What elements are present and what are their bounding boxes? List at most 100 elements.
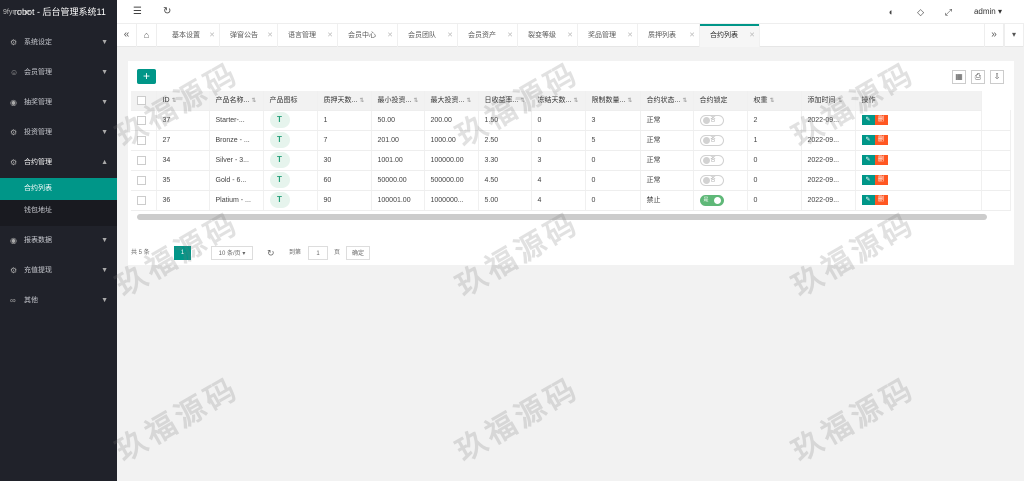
sidebar-item-lottery[interactable]: ◉ 抽奖管理 ▼ — [0, 88, 117, 118]
column-header[interactable]: 添加时间 ⇅ — [801, 91, 856, 111]
row-checkbox[interactable] — [137, 155, 146, 165]
sidebar-item-reports[interactable]: ◉ 报表数据 ▼ — [0, 226, 117, 256]
delete-button[interactable]: 删 — [874, 195, 888, 205]
sidebar-item-members[interactable]: ☺ 会员管理 ▼ — [0, 58, 117, 88]
sidebar-item-system[interactable]: ⚙ 系统设定 ▼ — [0, 28, 117, 58]
sort-icon[interactable]: ⇅ — [172, 98, 177, 104]
sort-icon[interactable]: ⇅ — [359, 98, 364, 104]
column-header[interactable]: 冻结天数... ⇅ — [531, 91, 586, 111]
table-row[interactable]: 27 Bronze - ... T 7 201.00 1000.00 2.50 0 5 正常否 1 2… — [131, 130, 1011, 151]
prev-page-icon[interactable]: ‹ — [160, 246, 162, 260]
close-icon[interactable]: ✕ — [447, 24, 453, 47]
row-checkbox-cell[interactable] — [131, 110, 157, 131]
tabs-scroll-right-icon[interactable]: » — [984, 24, 1004, 47]
edit-button[interactable]: ✎ — [861, 135, 875, 145]
column-header[interactable]: 限制数量... ⇅ — [585, 91, 641, 111]
sort-icon[interactable]: ⇅ — [770, 98, 775, 104]
close-icon[interactable]: ✕ — [327, 24, 333, 47]
delete-button[interactable]: 删 — [874, 175, 888, 185]
column-header[interactable]: 权重 ⇅ — [747, 91, 802, 111]
close-icon[interactable]: ✕ — [567, 24, 573, 47]
sidebar-subitem-wallet-address[interactable]: 钱包地址 — [0, 200, 117, 222]
close-icon[interactable]: ✕ — [387, 24, 393, 47]
close-icon[interactable]: ✕ — [627, 24, 633, 47]
column-header[interactable]: 质押天数... ⇅ — [317, 91, 372, 111]
close-icon[interactable]: ✕ — [209, 24, 215, 47]
refresh-page-icon[interactable]: ↻ — [267, 246, 275, 260]
row-checkbox[interactable] — [137, 195, 146, 205]
page-1-button[interactable]: 1 — [174, 246, 191, 260]
close-icon[interactable]: ✕ — [749, 24, 755, 47]
column-header[interactable]: ID ⇅ — [156, 91, 210, 111]
tab-language[interactable]: 语言管理 ✕ — [278, 24, 338, 47]
close-icon[interactable]: ✕ — [507, 24, 513, 47]
tab-member-assets[interactable]: 会员资产 ✕ — [458, 24, 518, 47]
sort-icon[interactable]: ⇅ — [573, 98, 578, 104]
sort-icon[interactable]: ⇅ — [251, 98, 256, 104]
table-row[interactable]: 35 Gold - 6... T 60 50000.00 500000.00 4.50 4 0 正… — [131, 170, 1011, 191]
menu-toggle-icon[interactable]: ☰ — [133, 0, 142, 24]
contract-lock-toggle[interactable]: 否 — [699, 154, 724, 166]
tab-fission-level[interactable]: 裂变等级 ✕ — [518, 24, 578, 47]
user-menu[interactable]: admin ▾ — [974, 0, 1002, 24]
refresh-icon[interactable]: ↻ — [163, 0, 171, 24]
table-row[interactable]: 36 Platium - ... T 90 100001.00 1000000... 5.0… — [131, 190, 1011, 211]
header-checkbox-cell[interactable] — [131, 91, 157, 111]
tag-icon[interactable]: ◇ — [917, 0, 924, 24]
contract-lock-toggle[interactable]: 否 — [699, 174, 724, 186]
column-header[interactable]: 最小投资... ⇅ — [371, 91, 425, 111]
confirm-goto-button[interactable]: 确定 — [346, 246, 370, 260]
edit-button[interactable]: ✎ — [861, 115, 875, 125]
sidebar-item-contracts[interactable]: ⚙ 合约管理 ▲ — [0, 148, 117, 178]
row-checkbox-cell[interactable] — [131, 190, 157, 211]
next-page-icon[interactable]: › — [198, 246, 200, 260]
horizontal-scrollbar[interactable] — [137, 214, 987, 220]
table-row[interactable]: 34 Silver - 3... T 30 1001.00 100000.00 3.30 3 0… — [131, 150, 1011, 171]
row-checkbox[interactable] — [137, 115, 146, 125]
sort-icon[interactable]: ⇅ — [682, 98, 687, 104]
delete-button[interactable]: 删 — [874, 155, 888, 165]
contract-lock-toggle[interactable]: 否 — [699, 114, 724, 126]
column-filter-icon[interactable]: ▦ — [952, 70, 966, 84]
sort-icon[interactable]: ⇅ — [466, 98, 471, 104]
delete-button[interactable]: 删 — [874, 115, 888, 125]
contract-lock-toggle[interactable]: 否 — [699, 134, 724, 146]
row-checkbox-cell[interactable] — [131, 130, 157, 151]
sort-icon[interactable]: ⇅ — [520, 98, 525, 104]
page-size-select[interactable]: 10 条/页 ▾ — [211, 246, 253, 260]
goto-page-input[interactable]: 1 — [308, 246, 328, 260]
tab-contract-list[interactable]: 合约列表 ✕ — [700, 24, 760, 47]
table-row[interactable]: 37 Starter-... T 1 50.00 200.00 1.50 0 3 正常否 2 2022… — [131, 110, 1011, 131]
tab-member-team[interactable]: 会员团队 ✕ — [398, 24, 458, 47]
row-checkbox-cell[interactable] — [131, 150, 157, 171]
home-icon[interactable]: ⌂ — [137, 24, 157, 47]
row-checkbox[interactable] — [137, 135, 146, 145]
sort-icon[interactable]: ⇅ — [413, 98, 418, 104]
print-icon[interactable]: ⎙ — [971, 70, 985, 84]
edit-button[interactable]: ✎ — [861, 155, 875, 165]
sidebar-item-investment[interactable]: ⚙ 投资管理 ▼ — [0, 118, 117, 148]
edit-button[interactable]: ✎ — [861, 195, 875, 205]
column-header[interactable]: 最大投资... ⇅ — [424, 91, 479, 111]
sidebar-item-other[interactable]: ∞ 其他 ▼ — [0, 286, 117, 316]
tabs-dropdown-icon[interactable]: ▾ — [1004, 24, 1024, 47]
edit-button[interactable]: ✎ — [861, 175, 875, 185]
delete-button[interactable]: 删 — [874, 135, 888, 145]
row-checkbox-cell[interactable] — [131, 170, 157, 191]
theme-icon[interactable]: ◐ — [889, 0, 894, 24]
row-checkbox[interactable] — [137, 175, 146, 185]
sort-icon[interactable]: ⇅ — [838, 98, 843, 104]
tab-basic-settings[interactable]: 基本设置 ✕ — [162, 24, 220, 47]
add-button[interactable]: + — [137, 69, 156, 84]
contract-lock-toggle[interactable]: 是 — [699, 194, 724, 206]
export-icon[interactable]: ⇩ — [990, 70, 1004, 84]
tab-popup-notice[interactable]: 弹窗公告 ✕ — [220, 24, 278, 47]
column-header[interactable]: 日收益率... ⇅ — [478, 91, 532, 111]
column-header[interactable]: 产品名称... ⇅ — [209, 91, 264, 111]
tab-pledge-list[interactable]: 质押列表 ✕ — [638, 24, 700, 47]
sort-icon[interactable]: ⇅ — [627, 98, 632, 104]
tab-prize-management[interactable]: 奖品管理 ✕ — [578, 24, 638, 47]
tab-member-center[interactable]: 会员中心 ✕ — [338, 24, 398, 47]
tabs-scroll-left-icon[interactable]: « — [117, 24, 137, 47]
sidebar-item-deposit-withdraw[interactable]: ⚙ 充值提现 ▼ — [0, 256, 117, 286]
